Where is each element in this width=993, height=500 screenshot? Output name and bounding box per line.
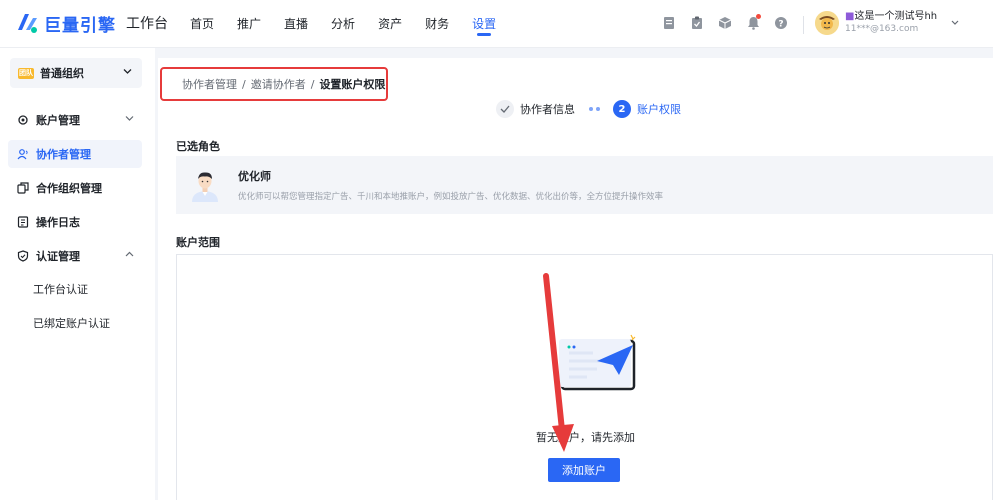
- gear-icon: [16, 113, 30, 127]
- step-2-label: 账户权限: [637, 103, 681, 116]
- chevron-down-icon: [951, 20, 959, 25]
- org-badge: 团队: [18, 67, 34, 79]
- org-name: 普通组织: [40, 67, 84, 80]
- sidebar-item-operation-log[interactable]: 操作日志: [8, 208, 142, 236]
- account-scope-title: 账户范围: [176, 236, 220, 249]
- chevron-up-icon: [125, 251, 134, 257]
- workspace-label: 工作台: [126, 16, 168, 32]
- breadcrumb-invite-collaborator[interactable]: 邀请协作者: [251, 76, 306, 92]
- sidebar-item-label: 合作组织管理: [36, 182, 102, 195]
- sidebar-item-account-management[interactable]: 账户管理: [8, 106, 142, 134]
- shield-icon: [16, 249, 30, 263]
- toolbar-icons: ?: [660, 14, 800, 32]
- sidebar-item-collaborator-management[interactable]: 协作者管理: [8, 140, 142, 168]
- sidebar-item-label: 认证管理: [36, 250, 80, 263]
- sidebar: 团队 普通组织 账户管理 协作者管理 合作组织管理 操作日志 认证管理 工作台认…: [0, 48, 155, 500]
- role-avatar: [188, 168, 222, 202]
- sidebar-item-label: 操作日志: [36, 216, 80, 229]
- breadcrumb-current: 设置账户权限: [319, 78, 386, 91]
- breadcrumb-separator: /: [310, 77, 315, 91]
- nav-finance[interactable]: 财务: [425, 0, 449, 48]
- user-name: ■这是一个测试号hh: [845, 11, 938, 22]
- user-info: ■这是一个测试号hh 11***@163.com: [845, 10, 937, 35]
- account-scope-box: 暂无账户，请先添加 添加账户: [176, 254, 993, 500]
- toolbar-divider: [803, 16, 804, 34]
- brand-logo-icon: [18, 14, 37, 33]
- person-icon: [192, 172, 218, 202]
- step-2-number: 2: [613, 100, 631, 118]
- sidebar-subitem-workspace-certification[interactable]: 工作台认证: [8, 276, 142, 304]
- breadcrumb: 协作者管理 / 邀请协作者 / 设置账户权限: [160, 67, 388, 101]
- breadcrumb-collaborator-management[interactable]: 协作者管理: [182, 76, 237, 92]
- help-icon[interactable]: ?: [772, 14, 790, 32]
- main-content: 协作者管理 / 邀请协作者 / 设置账户权限 协作者信息 2 账户权限 已选角色: [158, 58, 993, 500]
- check-icon: [500, 105, 510, 113]
- top-bar: 巨量引擎 工作台 首页 推广 直播 分析 资产 财务 设置 ? ■这是一个测试号…: [0, 0, 993, 48]
- sidebar-subitem-bound-account-certification[interactable]: 已绑定账户认证: [8, 310, 142, 338]
- step-connector: [587, 107, 601, 111]
- empty-state-illustration: [559, 334, 636, 391]
- sidebar-item-label: 账户管理: [36, 114, 80, 127]
- chevron-down-icon: [123, 69, 132, 74]
- nav-promotion[interactable]: 推广: [237, 0, 261, 48]
- role-description: 优化师可以帮您管理指定广告、千川和本地推账户，例如投放广告、优化数据、优化出价等…: [238, 192, 664, 202]
- add-account-button[interactable]: 添加账户: [548, 458, 620, 482]
- breadcrumb-separator: /: [242, 77, 246, 91]
- user-menu[interactable]: ■这是一个测试号hh 11***@163.com: [815, 10, 959, 35]
- users-icon: [16, 147, 30, 161]
- svg-text:?: ?: [778, 20, 783, 30]
- avatar: [815, 10, 839, 35]
- empty-state-text: 暂无账户，请先添加: [536, 431, 635, 444]
- role-text: 优化师 优化师可以帮您管理指定广告、千川和本地推账户，例如投放广告、优化数据、优…: [238, 168, 663, 202]
- clipboard-icon[interactable]: [688, 14, 706, 32]
- step-1-done: [496, 100, 514, 118]
- nav-assets[interactable]: 资产: [378, 0, 402, 48]
- nav-analysis[interactable]: 分析: [331, 0, 355, 48]
- selected-role-title: 已选角色: [176, 140, 220, 153]
- notification-dot: [756, 14, 761, 19]
- step-1-label: 协作者信息: [520, 103, 575, 116]
- sidebar-item-certification-management[interactable]: 认证管理: [8, 242, 142, 270]
- nav-live[interactable]: 直播: [284, 0, 308, 48]
- role-name: 优化师: [238, 170, 271, 183]
- org-select[interactable]: 团队 普通组织: [10, 58, 142, 88]
- sidebar-item-label: 协作者管理: [36, 148, 91, 161]
- nav-home[interactable]: 首页: [190, 0, 214, 48]
- logo[interactable]: 巨量引擎 工作台: [14, 10, 168, 36]
- chevron-down-icon: [125, 116, 134, 121]
- logo-text: 巨量引擎: [44, 15, 116, 36]
- main-nav: 首页 推广 直播 分析 资产 财务 设置: [190, 0, 519, 48]
- role-card: 优化师 优化师可以帮您管理指定广告、千川和本地推账户，例如投放广告、优化数据、优…: [176, 156, 993, 214]
- document-icon[interactable]: [660, 14, 678, 32]
- log-icon: [16, 215, 30, 229]
- bell-icon[interactable]: [744, 14, 762, 32]
- step-indicator: 协作者信息 2 账户权限: [496, 100, 681, 118]
- copy-icon: [16, 181, 30, 195]
- nav-settings[interactable]: 设置: [472, 0, 496, 48]
- user-id: 11***@163.com: [845, 24, 919, 34]
- sidebar-item-partner-org-management[interactable]: 合作组织管理: [8, 174, 142, 202]
- sidebar-menu: 账户管理 协作者管理 合作组织管理 操作日志 认证管理 工作台认证 已绑定账户认…: [8, 106, 142, 344]
- cube-icon[interactable]: [716, 14, 734, 32]
